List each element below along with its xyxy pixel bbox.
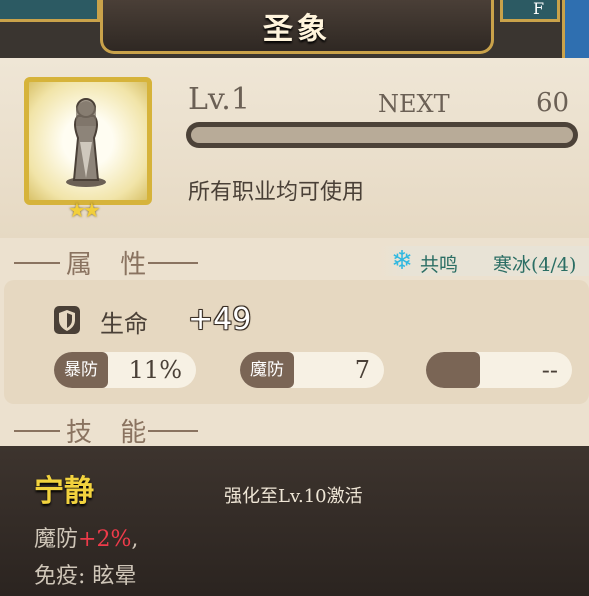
shield-icon [54,306,80,334]
attributes-heading: 属 性 [66,250,157,280]
crit-def-value: 11% [128,356,182,384]
right-tab[interactable]: F [500,0,560,22]
hp-value: +49 [188,302,252,337]
heading-line-right [148,430,198,432]
snowflake-icon: ❄ [391,246,413,276]
next-label: NEXT [378,90,450,118]
skill-effect-line: 魔防+2%, [34,521,138,553]
empty-stat: -- [426,352,572,388]
skill-effect-bonus: +2% [78,527,132,552]
empty-stat-value: -- [541,356,558,384]
heading-line-left [14,430,60,432]
corner-button[interactable] [562,0,589,58]
skill-immunity-line: 免疫: 眩晕 [34,564,137,589]
left-tab-frame[interactable] [0,0,100,22]
mdef-value: 7 [354,356,370,384]
level-label: Lv.1 [188,82,250,117]
statue-icon [66,98,106,187]
crit-def-stat: 暴防 11% [54,352,196,388]
skill-effect-suffix: , [131,527,139,552]
empty-stat-tag [426,352,480,388]
resonance-label: 共鸣 [420,254,459,276]
crit-def-label: 暴防 [54,352,108,388]
resonance-value: 寒冰(4/4) [493,254,577,276]
page-title: 圣象 [263,12,331,47]
mdef-stat: 魔防 7 [240,352,384,388]
rarity-stars: ★★ [68,198,101,222]
skill-effect-stat: 魔防 [34,527,79,552]
skill-activation-text: 强化至Lv.10激活 [224,486,363,507]
exp-track [191,127,573,143]
skill-name: 宁静 [34,474,94,509]
next-exp-value: 60 [536,88,570,118]
mdef-label: 魔防 [240,352,294,388]
heading-line-right [148,262,198,264]
exp-bar [186,122,578,148]
hp-label: 生命 [100,310,148,338]
usable-classes-text: 所有职业均可使用 [188,180,365,205]
heading-line-left [14,262,60,264]
skill-heading: 技 能 [66,418,157,448]
